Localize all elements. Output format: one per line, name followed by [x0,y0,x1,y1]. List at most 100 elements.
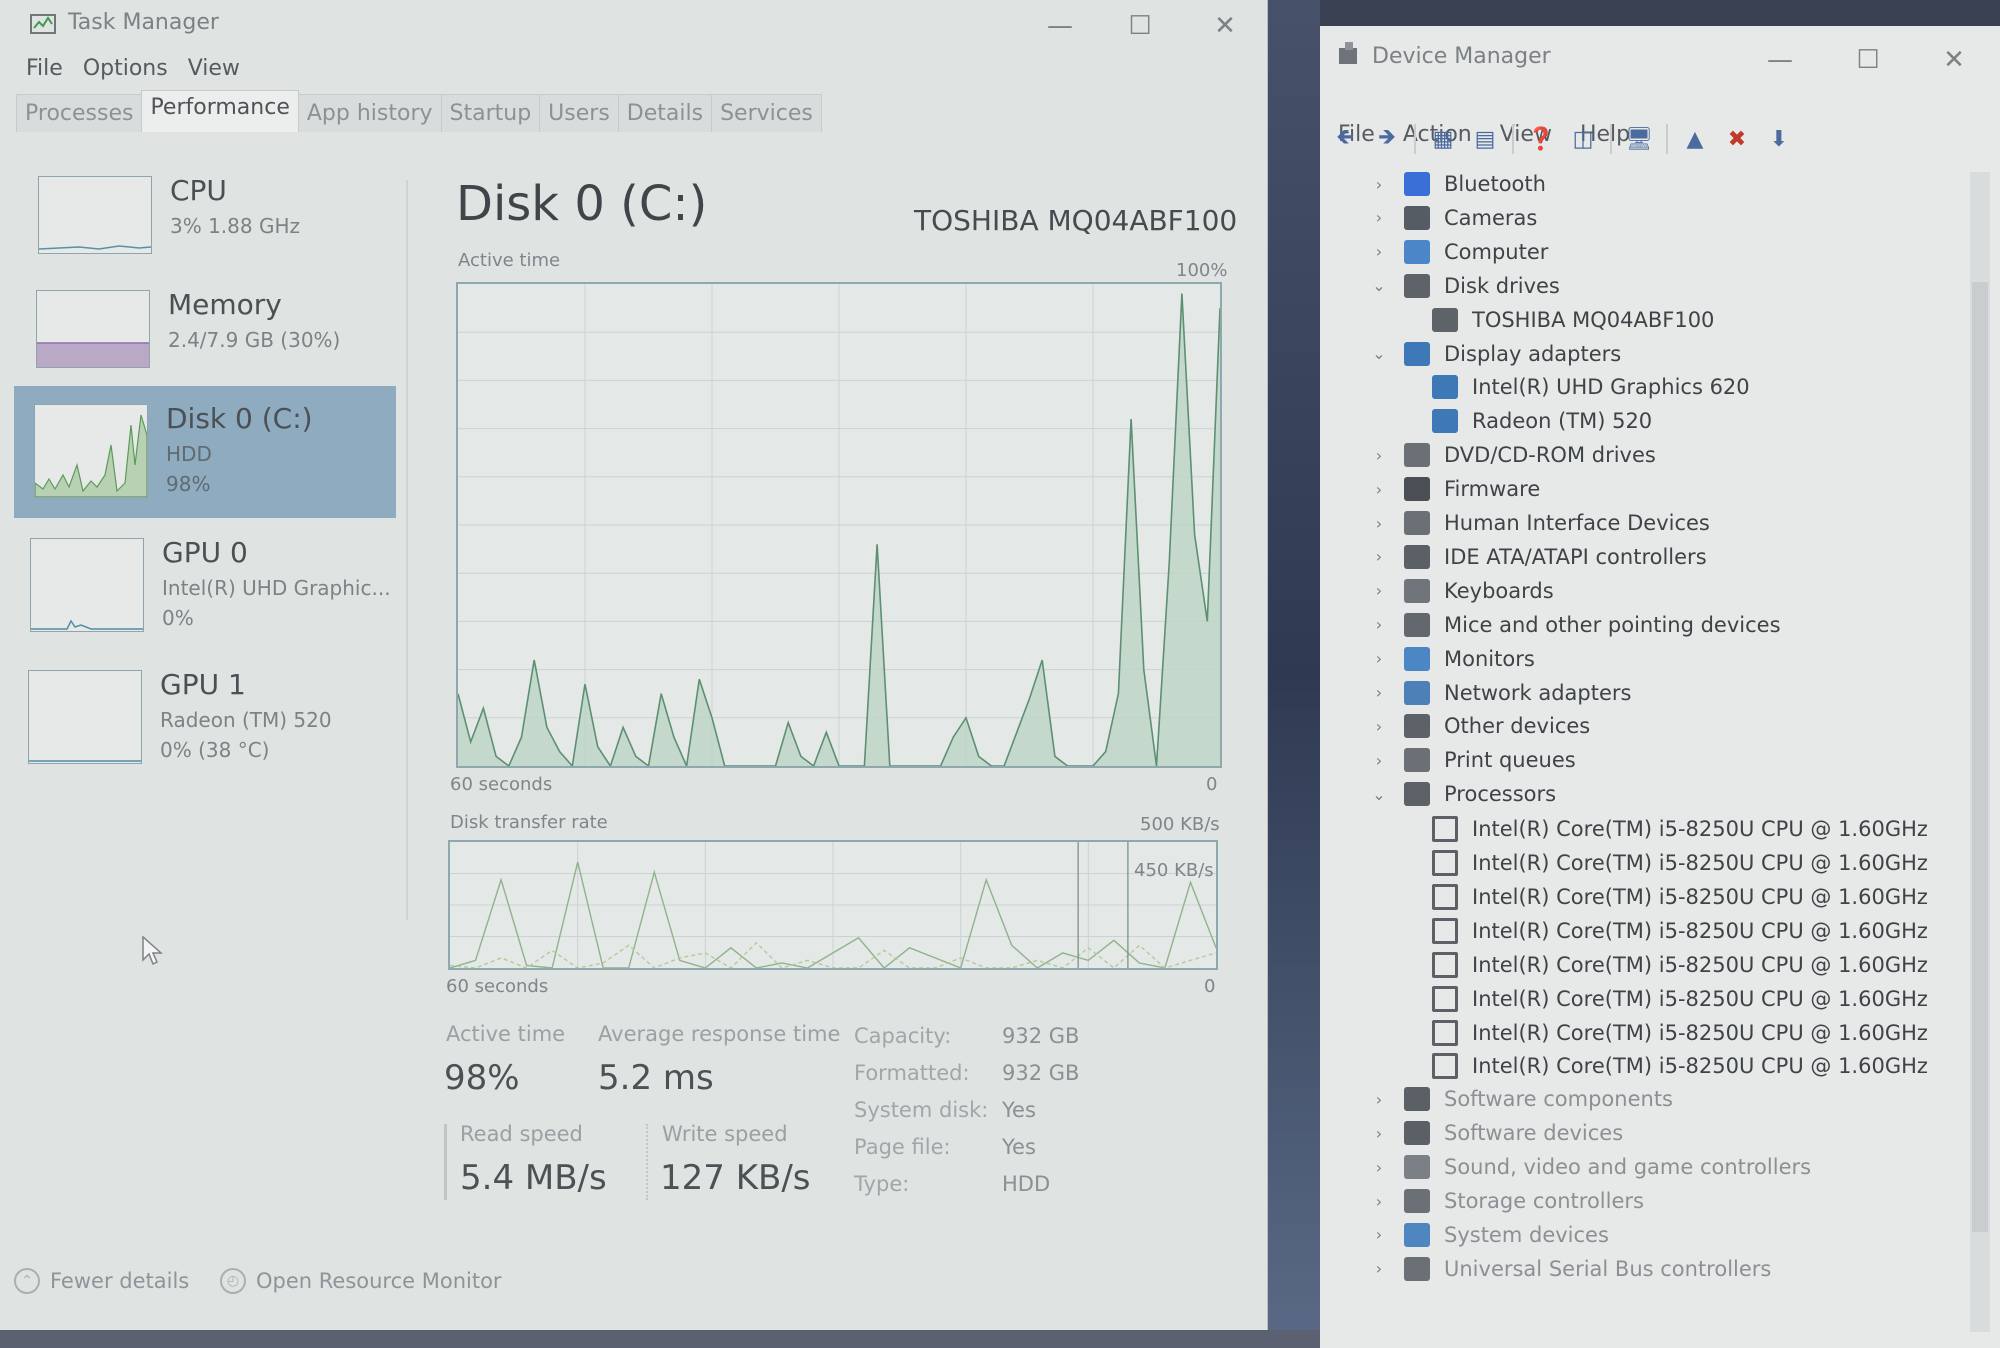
maximize-button[interactable]: ☐ [1838,34,1898,86]
prop-system-disk-value: Yes [1002,1098,1036,1122]
chevron-right-icon[interactable]: › [1370,175,1388,194]
properties-window-icon[interactable]: ▦ [1428,124,1458,154]
tree-node[interactable]: › Monitors [1370,646,1535,671]
tree-node[interactable]: › Firmware [1370,477,1540,502]
forward-arrow-icon[interactable]: 🡺 [1372,124,1402,154]
tab-details[interactable]: Details [617,94,713,132]
close-button[interactable]: ✕ [1195,0,1255,52]
resource-detail: Radeon (TM) 520 [160,708,332,732]
menu-file[interactable]: File [26,56,63,81]
chevron-right-icon[interactable]: › [1370,547,1388,566]
tree-node[interactable]: ⌄ Processors [1370,782,1556,807]
tree-node[interactable]: Intel(R) Core(TM) i5-8250U CPU @ 1.60GHz [1432,1053,1928,1080]
tab-app-history[interactable]: App history [297,94,442,132]
tree-node[interactable]: ⌄ Display adapters [1370,341,1621,366]
tree-node-label: IDE ATA/ATAPI controllers [1444,544,1707,569]
memory-thumbnail [36,290,150,368]
chevron-right-icon[interactable]: › [1370,751,1388,770]
tab-bar: Processes Performance App history Startu… [16,90,822,132]
tree-node[interactable]: › Software components [1370,1087,1673,1112]
tree-node[interactable]: ⌄ Disk drives [1370,273,1560,298]
tree-node[interactable]: Intel(R) Core(TM) i5-8250U CPU @ 1.60GHz [1432,883,1928,910]
device-category-icon [1404,511,1430,535]
tree-node[interactable]: › Mice and other pointing devices [1370,612,1781,637]
tree-node[interactable]: › Sound, video and game controllers [1370,1155,1811,1180]
device-category-icon [1404,680,1430,705]
minimize-button[interactable]: — [1030,0,1090,52]
chevron-right-icon[interactable]: › [1370,480,1388,499]
device-manager-titlebar[interactable]: Device Manager — ☐ ✕ [1320,26,2000,78]
chevron-right-icon[interactable]: › [1370,1192,1388,1211]
device-category-icon [1404,612,1430,637]
chevron-right-icon[interactable]: › [1370,1259,1388,1278]
back-arrow-icon[interactable]: 🡸 [1330,124,1360,154]
uninstall-device-icon[interactable]: ✖ [1722,124,1752,154]
chevron-right-icon[interactable]: › [1370,514,1388,533]
tree-node[interactable]: › Print queues [1370,748,1576,773]
tab-startup[interactable]: Startup [440,94,541,132]
tree-node[interactable]: Intel(R) Core(TM) i5-8250U CPU @ 1.60GHz [1432,985,1928,1012]
tree-node[interactable]: › DVD/CD-ROM drives [1370,443,1656,468]
tree-node[interactable]: Intel(R) Core(TM) i5-8250U CPU @ 1.60GHz [1432,850,1928,876]
tree-node[interactable]: Intel(R) Core(TM) i5-8250U CPU @ 1.60GHz [1432,816,1928,843]
tree-node[interactable]: Intel(R) Core(TM) i5-8250U CPU @ 1.60GHz [1432,1019,1928,1046]
chevron-right-icon[interactable]: › [1370,1090,1388,1109]
chevron-right-icon[interactable]: › [1370,446,1388,465]
tree-node[interactable]: › Storage controllers [1370,1189,1644,1213]
chevron-right-icon[interactable]: › [1370,581,1388,600]
tree-node[interactable]: Radeon (TM) 520 [1432,409,1652,434]
tree-node[interactable]: › Keyboards [1370,578,1554,603]
fewer-details-link[interactable]: ⌃ Fewer details [14,1268,189,1294]
tab-users[interactable]: Users [539,94,619,132]
tree-node[interactable]: › System devices [1370,1222,1609,1247]
scrollbar-thumb[interactable] [1972,282,1988,1232]
open-resource-monitor-link[interactable]: ◴ Open Resource Monitor [220,1268,502,1294]
tree-node[interactable]: Intel(R) UHD Graphics 620 [1432,375,1750,400]
update-driver-icon[interactable]: ▲ [1680,124,1710,154]
chevron-down-icon[interactable]: ⌄ [1370,785,1388,804]
tree-node[interactable]: › Computer [1370,239,1548,264]
download-icon[interactable]: ⬇ [1764,124,1794,154]
chevron-right-icon[interactable]: › [1370,208,1388,227]
tree-node-label: Software devices [1444,1121,1624,1146]
menu-options[interactable]: Options [83,56,168,81]
chevron-right-icon[interactable]: › [1370,615,1388,634]
menu-view[interactable]: View [188,56,240,81]
resource-name: CPU [170,174,227,207]
tab-services[interactable]: Services [711,94,822,132]
prop-formatted-value: 932 GB [1002,1061,1080,1085]
tree-scrollbar[interactable] [1970,172,1990,1332]
tree-node[interactable]: TOSHIBA MQ04ABF100 [1432,307,1714,332]
maximize-button[interactable]: ☐ [1110,0,1170,52]
task-manager-titlebar[interactable]: Task Manager — ☐ ✕ [0,0,1267,52]
chevron-right-icon[interactable]: › [1370,649,1388,668]
view-pane-icon[interactable]: ◫ [1568,124,1598,154]
chevron-right-icon[interactable]: › [1370,242,1388,261]
chevron-right-icon[interactable]: › [1370,683,1388,702]
tab-processes[interactable]: Processes [16,94,143,132]
gpu1-thumbnail [28,670,142,764]
chevron-down-icon[interactable]: ⌄ [1370,344,1388,363]
tree-node[interactable]: Intel(R) Core(TM) i5-8250U CPU @ 1.60GHz [1432,917,1928,944]
scan-hardware-icon[interactable]: 🖥 [1624,124,1654,154]
device-category-icon [1404,1155,1430,1180]
tree-node[interactable]: › Cameras [1370,205,1537,230]
tab-performance[interactable]: Performance [141,90,299,132]
close-button[interactable]: ✕ [1924,34,1984,86]
tree-node[interactable]: › IDE ATA/ATAPI controllers [1370,544,1707,569]
tree-node[interactable]: › Software devices [1370,1121,1624,1146]
document-icon[interactable]: ▤ [1470,124,1500,154]
tree-node[interactable]: › Network adapters [1370,680,1631,705]
tree-node[interactable]: › Human Interface Devices [1370,511,1710,535]
tree-node[interactable]: › Other devices [1370,714,1590,739]
tree-node[interactable]: Intel(R) Core(TM) i5-8250U CPU @ 1.60GHz [1432,951,1928,978]
help-icon[interactable]: ❓ [1526,124,1556,154]
chevron-right-icon[interactable]: › [1370,1225,1388,1244]
tree-node[interactable]: › Universal Serial Bus controllers [1370,1256,1771,1281]
tree-node[interactable]: › Bluetooth [1370,172,1546,196]
minimize-button[interactable]: — [1750,34,1810,86]
chevron-down-icon[interactable]: ⌄ [1370,276,1388,295]
chevron-right-icon[interactable]: › [1370,1158,1388,1177]
chevron-right-icon[interactable]: › [1370,1124,1388,1143]
chevron-right-icon[interactable]: › [1370,717,1388,736]
